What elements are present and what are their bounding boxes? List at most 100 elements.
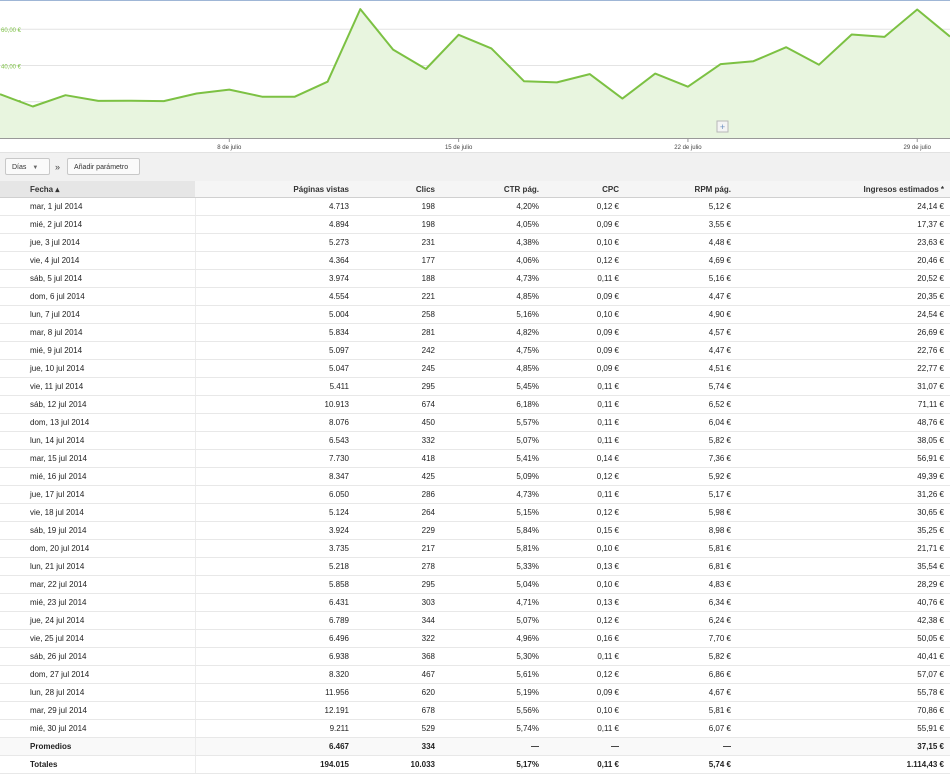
cell-cpc: 0,11 € — [545, 377, 625, 396]
cell-page-rpm: 4,67 € — [625, 683, 737, 702]
add-parameter-label: Añadir parámetro — [74, 164, 129, 171]
column-header-cpc[interactable]: CPC — [545, 181, 625, 198]
cell-cpc: 0,11 € — [545, 485, 625, 504]
column-header-clicks[interactable]: Clics — [355, 181, 441, 198]
cell-cpc: 0,11 € — [545, 755, 625, 774]
table-row: mar, 8 jul 2014 5.834 281 4,82% 0,09 €4,57 €… — [0, 323, 950, 342]
column-header-date[interactable]: Fecha ▴ — [0, 181, 195, 198]
column-header-page-views[interactable]: Páginas vistas — [195, 181, 355, 198]
cell-clicks: 295 — [355, 575, 441, 594]
column-header-page-ctr[interactable]: CTR pág. — [441, 181, 545, 198]
cell-cpc: 0,09 € — [545, 683, 625, 702]
cell-clicks: 678 — [355, 701, 441, 720]
cell-page-rpm: 5,81 € — [625, 539, 737, 558]
cell-page-rpm: 5,92 € — [625, 467, 737, 486]
column-header-page-rpm[interactable]: RPM pág. — [625, 181, 737, 198]
chevron-down-icon: ▼ — [32, 165, 39, 171]
cell-page-views: 8.320 — [195, 665, 355, 684]
cell-page-rpm: 6,34 € — [625, 593, 737, 612]
cell-cpc: 0,10 € — [545, 575, 625, 594]
cell-estimated-earnings: 37,15 € — [737, 737, 950, 756]
period-dropdown[interactable]: Días ▼ — [5, 158, 50, 175]
cell-date: mar, 22 jul 2014 — [0, 575, 196, 594]
cell-cpc: 0,12 € — [545, 197, 625, 216]
cell-clicks: 344 — [355, 611, 441, 630]
cell-page-views: 3.974 — [195, 269, 355, 288]
cell-page-views: 5.834 — [195, 323, 355, 342]
cell-page-ctr: 4,20% — [441, 197, 545, 216]
report-table: Fecha ▴ Páginas vistas Clics CTR pág. CP… — [0, 181, 950, 774]
cell-page-ctr: 5,04% — [441, 575, 545, 594]
table-row: mié, 16 jul 2014 8.347 425 5,09% 0,12 €5,92 … — [0, 467, 950, 486]
cell-page-views: 6.431 — [195, 593, 355, 612]
column-header-estimated-earnings[interactable]: Ingresos estimados * — [737, 181, 950, 198]
cell-date: mié, 2 jul 2014 — [0, 215, 196, 234]
table-row: lun, 28 jul 2014 11.956 620 5,19% 0,09 €4,67… — [0, 683, 950, 702]
cell-page-rpm: 7,70 € — [625, 629, 737, 648]
cell-cpc: 0,11 € — [545, 413, 625, 432]
cell-page-rpm: 4,69 € — [625, 251, 737, 270]
cell-cpc: 0,12 € — [545, 467, 625, 486]
totals-row: Totales 194.015 10.033 5,17% 0,11 €5,74 €1.1… — [0, 755, 950, 774]
cell-cpc: 0,12 € — [545, 665, 625, 684]
cell-page-views: 8.347 — [195, 467, 355, 486]
cell-page-ctr: 5,74% — [441, 719, 545, 738]
cell-date: dom, 13 jul 2014 — [0, 413, 196, 432]
cell-cpc: 0,12 € — [545, 251, 625, 270]
cell-page-ctr: 6,18% — [441, 395, 545, 414]
cell-page-ctr: 4,38% — [441, 233, 545, 252]
cell-estimated-earnings: 1.114,43 € — [737, 755, 950, 774]
cell-estimated-earnings: 48,76 € — [737, 413, 950, 432]
cell-clicks: 368 — [355, 647, 441, 666]
cell-page-views: 6.789 — [195, 611, 355, 630]
cell-date: jue, 24 jul 2014 — [0, 611, 196, 630]
cell-date: sáb, 26 jul 2014 — [0, 647, 196, 666]
cell-estimated-earnings: 70,86 € — [737, 701, 950, 720]
cell-page-rpm: 3,55 € — [625, 215, 737, 234]
cell-cpc: 0,11 € — [545, 647, 625, 666]
cell-date: lun, 14 jul 2014 — [0, 431, 196, 450]
cell-page-rpm: 5,17 € — [625, 485, 737, 504]
cell-clicks: 231 — [355, 233, 441, 252]
cell-date: lun, 21 jul 2014 — [0, 557, 196, 576]
cell-clicks: 229 — [355, 521, 441, 540]
table-row: vie, 4 jul 2014 4.364 177 4,06% 0,12 €4,69 €… — [0, 251, 950, 270]
cell-clicks: 450 — [355, 413, 441, 432]
cell-page-views: 5.097 — [195, 341, 355, 360]
cell-estimated-earnings: 22,76 € — [737, 341, 950, 360]
cell-page-views: 4.713 — [195, 197, 355, 216]
double-chevron-icon: » — [55, 162, 61, 172]
cell-estimated-earnings: 30,65 € — [737, 503, 950, 522]
cell-page-ctr: 4,06% — [441, 251, 545, 270]
table-row: mar, 29 jul 2014 12.191 678 5,56% 0,10 €5,81… — [0, 701, 950, 720]
cell-page-rpm: 6,52 € — [625, 395, 737, 414]
cell-cpc: 0,10 € — [545, 539, 625, 558]
cell-page-rpm: 4,83 € — [625, 575, 737, 594]
cell-page-views: 5.858 — [195, 575, 355, 594]
cell-page-ctr: 5,07% — [441, 431, 545, 450]
cell-page-rpm: 5,82 € — [625, 431, 737, 450]
cell-page-ctr: 5,56% — [441, 701, 545, 720]
cell-date: dom, 20 jul 2014 — [0, 539, 196, 558]
cell-date: dom, 6 jul 2014 — [0, 287, 196, 306]
cell-clicks: 332 — [355, 431, 441, 450]
cell-cpc: 0,10 € — [545, 305, 625, 324]
cell-page-rpm: 4,47 € — [625, 341, 737, 360]
cell-page-views: 5.004 — [195, 305, 355, 324]
cell-page-ctr: 4,75% — [441, 341, 545, 360]
table-header-row: Fecha ▴ Páginas vistas Clics CTR pág. CP… — [0, 181, 950, 198]
cell-estimated-earnings: 57,07 € — [737, 665, 950, 684]
period-label: Días — [12, 164, 27, 171]
add-parameter-dropdown[interactable]: Añadir parámetro▼ — [67, 158, 140, 188]
cell-cpc: 0,14 € — [545, 449, 625, 468]
table-row: mié, 30 jul 2014 9.211 529 5,74% 0,11 €6,07 … — [0, 719, 950, 738]
cell-clicks: 198 — [355, 197, 441, 216]
cell-date: Totales — [0, 755, 196, 774]
cell-clicks: 10.033 — [355, 755, 441, 774]
cell-date: vie, 4 jul 2014 — [0, 251, 196, 270]
cell-page-views: 6.543 — [195, 431, 355, 450]
cell-page-rpm: 6,24 € — [625, 611, 737, 630]
cell-estimated-earnings: 17,37 € — [737, 215, 950, 234]
cell-page-views: 4.554 — [195, 287, 355, 306]
cell-estimated-earnings: 40,76 € — [737, 593, 950, 612]
